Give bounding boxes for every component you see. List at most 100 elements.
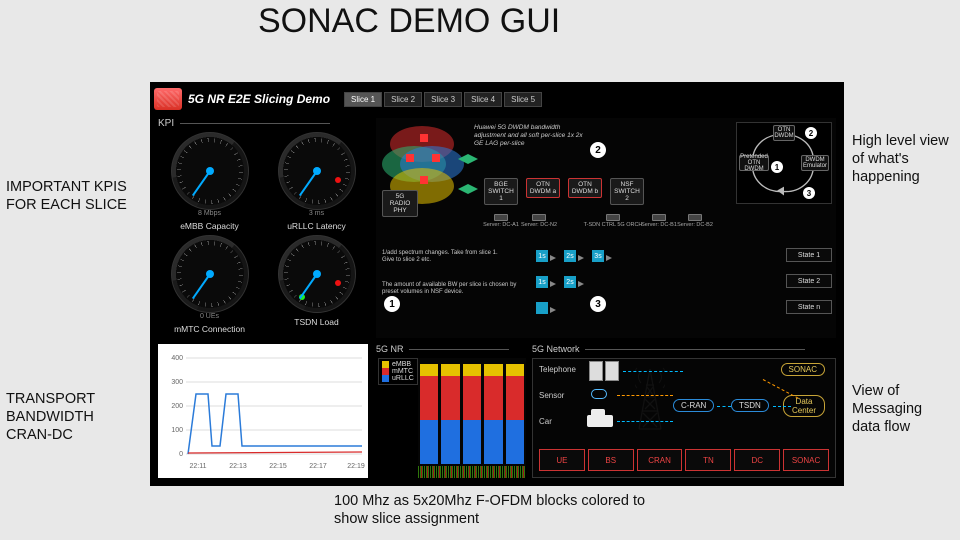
row-sensor: Sensor [539,391,564,401]
server-dcb1-label: Server: DC-B1 [641,222,677,228]
svg-text:200: 200 [171,403,183,410]
row-telephone: Telephone [539,365,576,375]
network-section-label: 5G Network [532,344,836,354]
nr-section-label: 5G NR [376,344,526,354]
legend-urllc: uRLLC [382,375,414,382]
pill-tsdn: TSDN [731,399,769,412]
gauge-mmtc: 0 UEs mMTC Connection [158,235,261,334]
gauge-tsdn-caption: TSDN Load [294,317,338,327]
network-panel: 5G Network Telephone Sensor Car [532,344,836,478]
svg-text:300: 300 [171,379,183,386]
marker-2: 2 [590,142,606,158]
pipe-bs: BS [588,449,634,471]
state-sq-6 [536,302,548,314]
gauge-tsdn: TSDN Load [265,235,368,334]
nr-legend: eMBB mMTC uRLLC [378,358,418,385]
product-title: 5G NR E2E Slicing Demo [188,92,330,106]
annotation-highlevel: High level view of what's happening [852,132,954,186]
pill-sonac: SONAC [781,363,825,376]
gauge-embb-caption: eMBB Capacity [180,221,239,231]
gauge-embb-value: 8 Mbps [198,210,221,217]
pipe-dc: DC [734,449,780,471]
state-sq-2: 2s [564,250,576,262]
pipe-sonac: SONAC [783,449,829,471]
tower-icon [635,363,665,433]
pipe-tn: TN [685,449,731,471]
dashboard: 5G NR E2E Slicing Demo Slice 1 Slice 2 S… [150,82,844,486]
pipeline: UE BS CRAN TN DC SONAC [539,449,829,471]
tab-slice-5[interactable]: Slice 5 [504,92,542,107]
kpi-section-label: KPI [158,118,368,129]
pipe-ue: UE [539,449,585,471]
emu-node-top: OTN DWDM [773,125,795,141]
slice-tabs: Slice 1 Slice 2 Slice 3 Slice 4 Slice 5 [344,92,542,107]
page-title: SONAC DEMO GUI [258,4,638,40]
gauge-urllc: 3 ms uRLLC Latency [265,132,368,231]
dashboard-header: 5G NR E2E Slicing Demo Slice 1 Slice 2 S… [154,86,840,112]
huawei-logo-icon [154,88,182,110]
svg-text:22:17: 22:17 [309,463,327,470]
sensor-icon [591,389,607,399]
server-tsdn-label: T-SDN CTRL 5G ORCH [584,222,643,228]
topo-note-2: The amount of available BW per slice is … [382,282,532,296]
server-dcn2: Server: DC-N2 [524,214,554,228]
gauge-embb: 8 Mbps eMBB Capacity [158,132,261,231]
marker-1: 1 [384,296,400,312]
legend-mmtc-label: mMTC [392,368,413,375]
gauge-mmtc-caption: mMTC Connection [174,324,245,334]
state-sq-5: 2s [564,276,576,288]
node-radio: 5G RADIO PHY [382,190,418,217]
node-nsf: NSF SWITCH 2 [610,178,644,205]
svg-text:22:13: 22:13 [229,463,247,470]
server-tsdn: T-SDN CTRL 5G ORCH [590,214,636,228]
tab-slice-3[interactable]: Slice 3 [424,92,462,107]
server-dcn2-label: Server: DC-N2 [521,222,557,228]
annotation-messaging: View of Messaging data flow [852,382,954,436]
state-1: State 1 [786,248,832,262]
pipe-cran: CRAN [637,449,683,471]
server-dcb2-label: Server: DC-B2 [677,222,713,228]
state-2: State 2 [786,274,832,288]
server-dcb2: Server: DC-B2 [680,214,710,228]
server-dca1-label: Server: DC-A1 [483,222,519,228]
svg-text:400: 400 [171,355,183,362]
node-otn-a: OTN DWDM a [526,178,560,198]
state-sq-1: 1s [536,250,548,262]
pill-cran: C-RAN [673,399,714,412]
car-icon [587,415,613,427]
node-switch: BGE SWITCH 1 [484,178,518,205]
svg-text:100: 100 [171,427,183,434]
legend-urllc-label: uRLLC [392,375,414,382]
tab-slice-1[interactable]: Slice 1 [344,92,382,107]
phone-icon-2 [605,361,619,381]
nr-panel: 5G NR eMBB mMTC uRLLC [376,344,526,478]
svg-text:22:19: 22:19 [347,463,365,470]
transport-chart: 0 100 200 300 400 22:11 22:13 22:15 22:17 22:1… [158,344,368,478]
ofdm-bars [418,358,526,466]
tab-slice-2[interactable]: Slice 2 [384,92,422,107]
svg-text:0: 0 [179,451,183,458]
legend-embb: eMBB [382,361,414,368]
emulator-ring: OTN DWDM DWDM Emulator Pretended OTN DWD… [736,122,832,204]
node-otn-b: OTN DWDM b [568,178,602,198]
legend-mmtc: mMTC [382,368,414,375]
marker-3: 3 [590,296,606,312]
tab-slice-4[interactable]: Slice 4 [464,92,502,107]
annotation-transport: TRANSPORT BANDWIDTH CRAN-DC [6,390,126,444]
emu-num-2: 2 [805,127,817,139]
emu-node-right: DWDM Emulator [801,155,829,171]
legend-embb-label: eMBB [392,361,411,368]
kpi-panel: KPI 8 Mbps eMBB Capacity 3 ms uRLLC Late… [158,118,368,338]
svg-text:22:15: 22:15 [269,463,287,470]
state-sq-3: 3s [592,250,604,262]
phone-icon [589,361,603,381]
topology-description: Huawei 5G DWDM bandwidth adjustment and … [474,124,584,147]
emu-num-1: 1 [771,161,783,173]
svg-text:22:11: 22:11 [190,463,207,470]
slice-ovals-icon [380,124,466,244]
row-car: Car [539,417,552,427]
topo-note-1: 1/add spectrum changes. Take from slice … [382,250,502,264]
emu-node-left: Pretended OTN DWDM [739,155,769,171]
server-dca1: Server: DC-A1 [486,214,516,228]
transport-chart-svg: 0 100 200 300 400 22:11 22:13 22:15 22:17 22:1… [158,344,368,478]
